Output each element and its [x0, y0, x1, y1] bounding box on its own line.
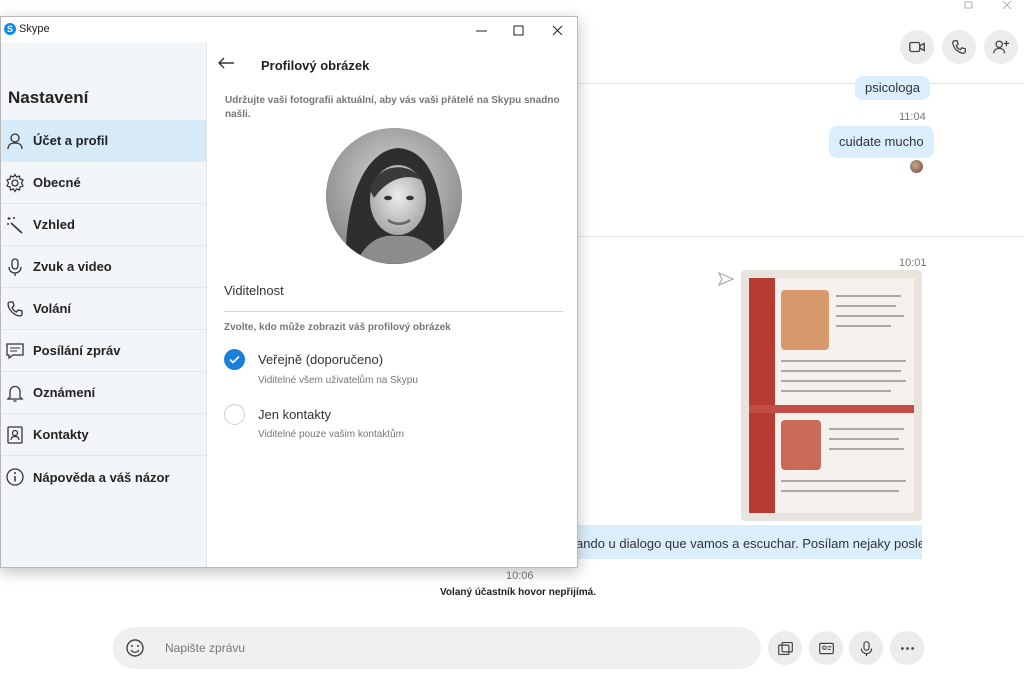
sent-icon: [717, 271, 735, 287]
message-bubble[interactable]: ando u dialogo que vamos a escuchar. Pos…: [560, 525, 922, 559]
option-label-contacts-only[interactable]: Jen kontakty: [258, 407, 331, 422]
minimize-icon: [475, 30, 487, 31]
window-title: Skype: [19, 23, 50, 35]
page-title: Profilový obrázek: [261, 58, 370, 73]
message-text: cuidate mucho: [839, 134, 924, 149]
microphone-icon: [8, 258, 22, 276]
message-composer[interactable]: Napište zprávu: [113, 627, 761, 669]
emoji-picker-icon[interactable]: [125, 638, 145, 658]
radio-contacts-only[interactable]: [224, 404, 245, 425]
magic-wand-icon: [7, 217, 23, 234]
skype-logo-icon: S: [4, 23, 16, 35]
divider: [224, 311, 563, 312]
option-desc-public: Viditelné všem uživatelům na Skypu: [258, 375, 418, 386]
message-bubble[interactable]: psicologa: [855, 76, 930, 100]
sidebar-item-label: Posílání zpráv: [33, 343, 121, 358]
phone-icon: [7, 301, 23, 317]
timestamp: 10:06: [506, 570, 534, 582]
sidebar-item-calling[interactable]: Volání: [1, 288, 206, 330]
sidebar-item-label: Kontakty: [33, 427, 89, 442]
sidebar-item-audio-video[interactable]: Zvuk a video: [1, 246, 206, 288]
sidebar-item-messaging[interactable]: Posílání zpráv: [1, 330, 206, 372]
timestamp: 11:04: [899, 111, 926, 123]
close-button[interactable]: [537, 17, 577, 43]
contact-card-icon: [818, 642, 834, 654]
option-desc-contacts-only: Viditelné pouze vašim kontaktům: [258, 429, 405, 440]
maximize-button[interactable]: [498, 17, 538, 43]
shared-photo[interactable]: [741, 270, 922, 521]
close-icon[interactable]: [1002, 0, 1012, 12]
maximize-icon: [513, 25, 523, 35]
audio-call-button[interactable]: [942, 30, 976, 64]
visibility-subheading: Zvolte, kdo může zobrazit váš profilový …: [224, 322, 451, 333]
back-arrow-icon[interactable]: [217, 55, 235, 71]
radio-public[interactable]: [224, 349, 245, 370]
contact-card-icon: [7, 426, 23, 444]
media-icon: [777, 641, 793, 655]
sidebar-item-label: Účet a profil: [33, 133, 109, 148]
sidebar-item-contacts[interactable]: Kontakty: [1, 414, 206, 456]
sidebar-item-label: Oznámení: [33, 385, 96, 400]
timestamp: 10:01: [899, 257, 927, 269]
option-label-public[interactable]: Veřejně (doporučeno): [258, 352, 383, 367]
more-options-button[interactable]: [890, 631, 924, 665]
read-receipt-avatar: [910, 160, 923, 173]
call-status-message: Volaný účastník hovor nepřijímá.: [440, 587, 596, 598]
checkmark-icon: [229, 355, 240, 364]
add-person-icon: [993, 40, 1010, 54]
settings-dialog: S Skype Nastavení Účet a profil Obecné V…: [0, 16, 578, 568]
message-input[interactable]: Napište zprávu: [165, 641, 245, 655]
visibility-heading: Viditelnost: [224, 283, 284, 298]
sidebar-item-label: Vzhled: [33, 217, 75, 232]
microphone-icon: [860, 640, 872, 656]
sidebar-item-help-feedback[interactable]: Nápověda a váš názor: [1, 456, 206, 498]
restore-icon[interactable]: [964, 0, 974, 12]
settings-heading: Nastavení: [8, 88, 89, 107]
add-files-button[interactable]: [768, 631, 802, 665]
divider: [578, 236, 1024, 237]
ellipsis-icon: [900, 646, 914, 650]
minimize-button[interactable]: [461, 17, 501, 43]
close-icon: [552, 25, 562, 35]
sidebar-item-label: Obecné: [33, 175, 81, 190]
profile-picture-panel: Profilový obrázek Udržujte vaši fotograf…: [206, 43, 577, 567]
person-icon: [7, 133, 23, 150]
message-text: ando u dialogo que vamos a escuchar. Pos…: [576, 536, 922, 551]
message-bubble[interactable]: cuidate mucho: [829, 126, 934, 158]
sidebar-item-label: Zvuk a video: [33, 259, 112, 274]
video-call-button[interactable]: [900, 30, 934, 64]
bell-icon: [6, 385, 24, 402]
sidebar-item-notifications[interactable]: Oznámení: [1, 372, 206, 414]
voice-message-button[interactable]: [849, 631, 883, 665]
phone-icon: [952, 40, 966, 54]
sidebar-item-general[interactable]: Obecné: [1, 162, 206, 204]
sidebar-item-label: Volání: [33, 301, 72, 316]
info-icon: [6, 468, 24, 486]
video-camera-icon: [909, 41, 925, 53]
gear-icon: [6, 173, 24, 193]
message-icon: [6, 343, 24, 360]
send-contact-button[interactable]: [809, 631, 843, 665]
sidebar-item-label: Nápověda a váš názor: [33, 469, 170, 485]
page-description: Udržujte vaši fotografii aktuální, aby v…: [225, 95, 560, 120]
divider: [578, 83, 1024, 84]
add-participant-button[interactable]: [984, 30, 1018, 64]
profile-picture[interactable]: [326, 128, 462, 264]
sidebar-item-account[interactable]: Účet a profil: [1, 120, 206, 162]
settings-sidebar: Nastavení Účet a profil Obecné Vzhled Zv…: [1, 43, 206, 567]
message-text: psicologa: [865, 80, 920, 95]
title-bar: S Skype: [1, 17, 577, 43]
sidebar-item-appearance[interactable]: Vzhled: [1, 204, 206, 246]
